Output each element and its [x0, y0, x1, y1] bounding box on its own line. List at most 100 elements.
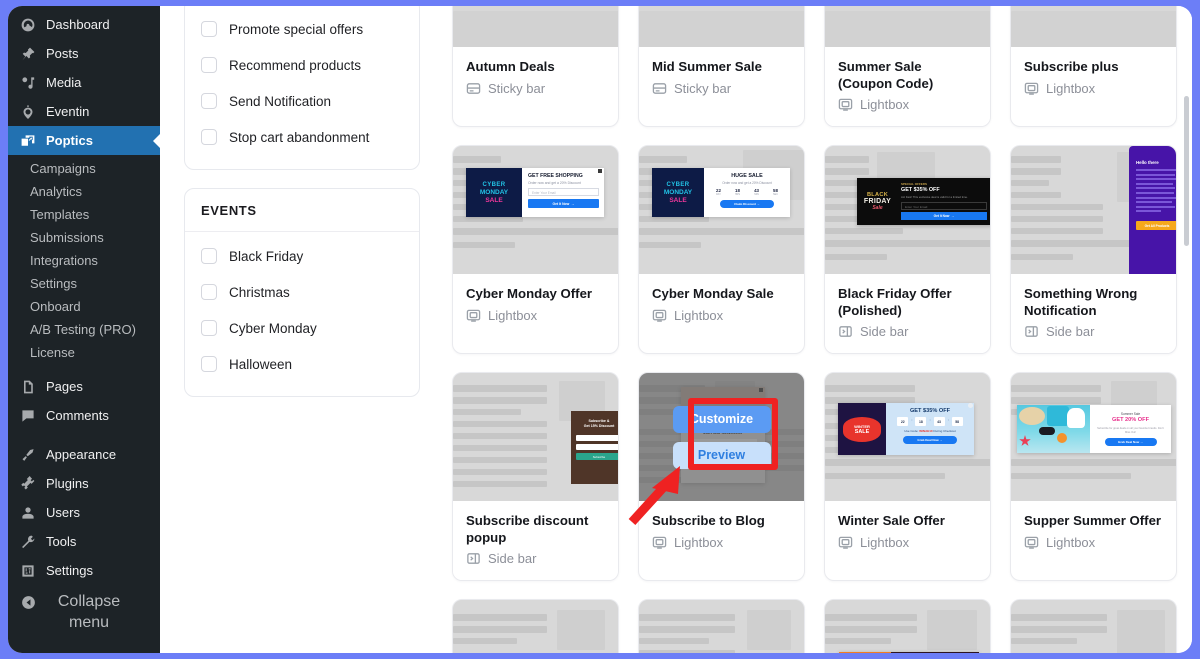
poptics-submenu[interactable]: Campaigns Analytics Templates Submission…	[8, 155, 160, 372]
filter-option-promote-special-offers[interactable]: Promote special offers	[201, 11, 403, 47]
sidebar-item-label: Plugins	[46, 476, 89, 491]
sidebar-item-label: Tools	[46, 534, 77, 549]
template-card-partial-dark-card[interactable]	[1010, 599, 1177, 653]
template-type: Lightbox	[1024, 535, 1163, 550]
checkbox[interactable]	[201, 93, 217, 109]
template-thumbnail: SUPPER SUMMER SALE	[453, 600, 618, 653]
lightbox-icon	[1024, 82, 1039, 95]
filter-option-cyber-monday[interactable]: Cyber Monday	[201, 310, 403, 346]
scrollbar-thumb[interactable]	[1184, 96, 1189, 246]
sidebar-item-settings[interactable]: Settings	[8, 556, 160, 585]
submenu-item-ab-testing[interactable]: A/B Testing (PRO)	[8, 318, 160, 341]
submenu-item-settings[interactable]: Settings	[8, 272, 160, 295]
template-card-partial-coins-bar[interactable]: SUPPER SUMMER SALE	[452, 599, 619, 653]
template-meta: Winter Sale Offer Lightbox	[825, 501, 990, 564]
template-type: Lightbox	[652, 308, 791, 323]
filters-panel: Promote special offers Recommend product…	[184, 6, 420, 415]
plugins-icon	[19, 475, 37, 493]
media-icon	[19, 74, 37, 92]
filter-label: Recommend products	[229, 57, 362, 73]
template-type: Lightbox	[466, 308, 605, 323]
template-card-partial-winter-small[interactable]: Summer Sale Winte	[638, 599, 805, 653]
filter-option-christmas[interactable]: Christmas	[201, 274, 403, 310]
side-bar-icon	[467, 553, 480, 564]
template-type: Side bar	[466, 551, 605, 566]
goals-filter-list: Promote special offers Recommend product…	[185, 6, 419, 169]
sidebar-item-users[interactable]: Users	[8, 498, 160, 527]
sidebar-item-label: Eventin	[46, 104, 90, 119]
template-card-subscribe-to-blog[interactable]: Join Our Newsletter Customize Preview Su…	[638, 372, 805, 581]
filter-option-black-friday[interactable]: Black Friday	[201, 238, 403, 274]
sidebar-item-eventin[interactable]: Eventin	[8, 97, 160, 126]
sidebar-item-appearance[interactable]: Appearance	[8, 440, 160, 469]
template-type: Side bar	[838, 324, 977, 339]
checkbox[interactable]	[201, 129, 217, 145]
templates-row-partial: SUPPER SUMMER SALE	[452, 599, 1192, 653]
submenu-item-submissions[interactable]: Submissions	[8, 226, 160, 249]
sidebar-item-dashboard[interactable]: Dashboard	[8, 10, 160, 39]
sidebar-item-media[interactable]: Media	[8, 68, 160, 97]
checkbox[interactable]	[201, 248, 217, 264]
template-thumbnail: Halloween Deals $35% OFF	[825, 600, 990, 653]
lightbox-icon	[652, 536, 667, 549]
wp-admin-sidebar[interactable]: Dashboard Posts Media Eventin Poptics Ca…	[8, 6, 160, 653]
template-card-something-wrong-notification[interactable]: Hello there Get All Products Something W…	[1010, 145, 1177, 354]
preview-button[interactable]: Preview	[672, 441, 771, 469]
filter-option-recommend-products[interactable]: Recommend products	[201, 47, 403, 83]
template-card-subscribe-discount-popup[interactable]: Subscribe & Get 15% Discount Subscribe Su…	[452, 372, 619, 581]
events-filter-title: EVENTS	[185, 189, 419, 232]
template-hover-actions[interactable]: Customize Preview	[639, 373, 804, 501]
sidebar-item-comments[interactable]: Comments	[8, 401, 160, 430]
template-card-supper-summer-offer[interactable]: Summer Sale GET 20% OFF Subscribe for gr…	[1010, 372, 1177, 581]
template-card-winter-sale-offer[interactable]: WINTER SALE GET $35% OFF 22 : 18: 43: …	[824, 372, 991, 581]
page-scrollbar[interactable]	[1183, 6, 1190, 653]
checkbox[interactable]	[201, 57, 217, 73]
template-type-label: Lightbox	[674, 534, 724, 550]
template-card-mid-summer-sale[interactable]: Mid Summer Sale Sticky bar	[638, 6, 805, 127]
template-type-label: Lightbox	[488, 307, 538, 323]
checkbox[interactable]	[201, 284, 217, 300]
filter-option-stop-cart-abandonment[interactable]: Stop cart abandonment	[201, 119, 403, 155]
submenu-item-onboard[interactable]: Onboard	[8, 295, 160, 318]
templates-content: Promote special offers Recommend product…	[160, 6, 1192, 653]
submenu-item-analytics[interactable]: Analytics	[8, 180, 160, 203]
pages-icon	[19, 378, 37, 396]
sidebar-item-label: Dashboard	[46, 17, 110, 32]
collapse-arrow-icon	[19, 593, 37, 611]
templates-row: CYBER MONDAY SALE GET FREE SHOPPING Orde…	[452, 145, 1192, 354]
template-card-subscribe-plus[interactable]: Subscribe plus Lightbox	[1010, 6, 1177, 127]
template-card-cyber-monday-offer[interactable]: CYBER MONDAY SALE GET FREE SHOPPING Orde…	[452, 145, 619, 354]
template-card-cyber-monday-sale[interactable]: CYBER MONDAY SALE HUGE SALE Order now an…	[638, 145, 805, 354]
customize-button[interactable]: Customize	[672, 405, 771, 433]
template-thumbnail: CYBER MONDAY SALE HUGE SALE Order now an…	[639, 146, 804, 274]
checkbox[interactable]	[201, 21, 217, 37]
submenu-item-campaigns[interactable]: Campaigns	[8, 157, 160, 180]
submenu-item-license[interactable]: License	[8, 341, 160, 364]
sidebar-item-pages[interactable]: Pages	[8, 372, 160, 401]
template-name: Cyber Monday Sale	[652, 286, 774, 301]
browser-page: Dashboard Posts Media Eventin Poptics Ca…	[8, 6, 1192, 653]
sidebar-item-label: Posts	[46, 46, 79, 61]
template-card-summer-sale-coupon-code[interactable]: Summer Sale (Coupon Code) Lightbox	[824, 6, 991, 127]
template-type: Sticky bar	[466, 81, 605, 96]
filter-option-send-notification[interactable]: Send Notification	[201, 83, 403, 119]
template-type: Lightbox	[652, 535, 791, 550]
collapse-menu-button[interactable]: Collapse menu	[8, 585, 160, 639]
template-card-autumn-deals[interactable]: Autumn Deals Sticky bar	[452, 6, 619, 127]
submenu-item-templates[interactable]: Templates	[8, 203, 160, 226]
submenu-item-integrations[interactable]: Integrations	[8, 249, 160, 272]
template-card-partial-halloween[interactable]: Halloween Deals $35% OFF	[824, 599, 991, 653]
checkbox[interactable]	[201, 356, 217, 372]
dashboard-icon	[19, 16, 37, 34]
sidebar-item-posts[interactable]: Posts	[8, 39, 160, 68]
template-name: Supper Summer Offer	[1024, 513, 1162, 528]
sidebar-item-label: Users	[46, 505, 80, 520]
template-type: Sticky bar	[652, 81, 791, 96]
sidebar-item-plugins[interactable]: Plugins	[8, 469, 160, 498]
filter-option-halloween[interactable]: Halloween	[201, 346, 403, 382]
checkbox[interactable]	[201, 320, 217, 336]
sidebar-item-tools[interactable]: Tools	[8, 527, 160, 556]
template-card-black-friday-offer-polished[interactable]: BLACK FRIDAY Sale SPECIAL OFFERS GET $35…	[824, 145, 991, 354]
template-type-label: Side bar	[488, 551, 537, 566]
sidebar-item-poptics[interactable]: Poptics	[8, 126, 160, 155]
